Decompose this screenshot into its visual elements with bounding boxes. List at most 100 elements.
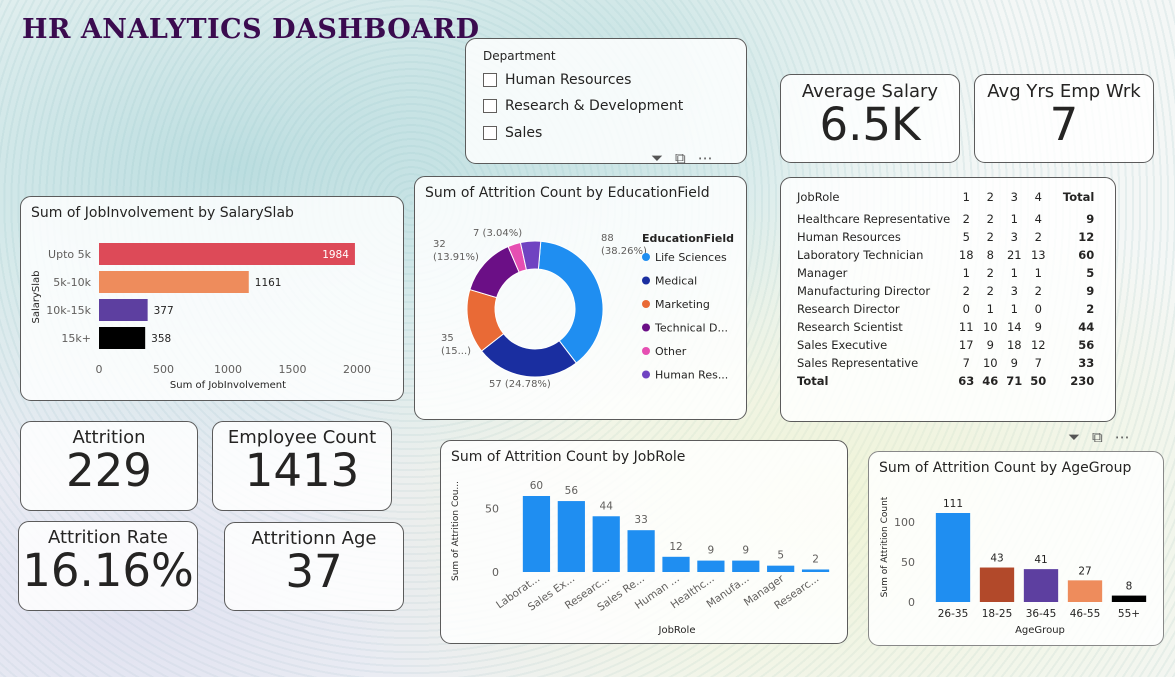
- data-label: (38.26%): [601, 246, 647, 257]
- focus-mode-icon[interactable]: ⧉: [675, 149, 686, 167]
- legend-entry: Medical: [655, 275, 697, 288]
- bar: [697, 560, 725, 572]
- slicer-option-sales[interactable]: Sales: [483, 125, 542, 141]
- matrix-cell: 2: [986, 266, 994, 280]
- bar: [99, 299, 148, 321]
- data-label: 32: [433, 239, 446, 250]
- jobrole-matrix: JobRole 1 2 3 4 Total Healthcare Representativ…: [780, 177, 1116, 422]
- matrix-row-label: Research Director: [797, 302, 900, 316]
- matrix-cell: 2: [1034, 230, 1042, 244]
- bar: [557, 501, 585, 572]
- data-label: 9: [708, 545, 715, 557]
- matrix-cell: 0: [1034, 302, 1042, 316]
- kpi-value: 229: [66, 444, 152, 497]
- matrix-row: Sales Executive 17 9 18 12 56: [793, 336, 1098, 354]
- matrix-cell: 10: [982, 356, 998, 370]
- filter-icon[interactable]: ⏷: [1068, 428, 1080, 446]
- matrix-cell: 3: [1010, 284, 1018, 298]
- legend-marker: [642, 276, 650, 285]
- data-label: 2: [812, 553, 819, 565]
- bar: [1067, 580, 1103, 602]
- focus-mode-icon[interactable]: ⧉: [1092, 428, 1103, 446]
- y-axis-title: SalarySlab: [31, 270, 42, 323]
- matrix-cell: 11: [958, 320, 974, 334]
- y-axis-title: Sum of Attrition Count: [880, 496, 890, 597]
- matrix-cell: 1: [962, 190, 970, 204]
- more-options-icon[interactable]: ⋯: [1115, 428, 1130, 446]
- matrix-row: Healthcare Representative 2 2 1 4 9: [793, 210, 1098, 228]
- kpi-value: 6.5K: [819, 98, 921, 151]
- matrix-row-label: Manager: [797, 266, 848, 280]
- salaryslab-chart-card: Sum of JobInvolvement by SalarySlab Upto…: [20, 196, 404, 401]
- dashboard-title: HR ANALYTICS DASHBOARD: [22, 14, 480, 45]
- data-label: 12: [669, 541, 682, 553]
- legend-marker: [642, 323, 650, 332]
- data-label: 377: [154, 305, 174, 317]
- legend-entry: Other: [655, 345, 687, 358]
- kpi-employee-count: Employee Count 1413: [212, 421, 392, 511]
- bar: [99, 271, 249, 293]
- x-tick-label: 55+: [1118, 608, 1140, 620]
- matrix-cell: 8: [986, 248, 994, 262]
- x-tick-label: 1500: [279, 363, 307, 376]
- matrix-cell: 50: [1030, 374, 1047, 388]
- x-tick-label: 18-25: [982, 608, 1013, 620]
- y-tick-label: 5k-10k: [53, 276, 91, 289]
- x-tick-label: 2000: [343, 363, 371, 376]
- kpi-value: 1413: [244, 444, 360, 497]
- matrix-row: Laboratory Technician 18 8 21 13 60: [793, 246, 1098, 264]
- matrix-cell: 14: [1006, 320, 1022, 334]
- legend-entry: Technical D...: [654, 322, 728, 335]
- legend-entry: Life Sciences: [655, 251, 727, 264]
- checkbox[interactable]: [483, 99, 497, 113]
- y-tick-label: 0: [908, 596, 915, 609]
- data-label: 9: [742, 545, 749, 557]
- legend-entry: Marketing: [655, 298, 710, 311]
- matrix-cell: 46: [982, 374, 999, 388]
- checkbox[interactable]: [483, 126, 497, 140]
- checkbox[interactable]: [483, 73, 497, 87]
- matrix-cell: 7: [1034, 356, 1042, 370]
- x-axis-title: JobRole: [658, 625, 696, 636]
- matrix-row: Manufacturing Director 2 2 3 2 9: [793, 282, 1098, 300]
- data-label: 27: [1078, 565, 1091, 577]
- data-label: 44: [600, 500, 614, 512]
- y-axis-title: Sum of Attrition Cou...: [451, 481, 461, 581]
- slicer-option-label: Sales: [505, 125, 543, 141]
- bar: [522, 496, 551, 572]
- legend-marker: [642, 370, 650, 379]
- slicer-option-human-resources[interactable]: Human Resources: [483, 72, 631, 88]
- slicer-option-label: Human Resources: [505, 72, 632, 88]
- bar: [662, 556, 690, 572]
- matrix-cell: 230: [1070, 374, 1095, 388]
- y-tick-label: 0: [492, 566, 499, 579]
- matrix-cell: 3: [1010, 230, 1018, 244]
- filter-icon[interactable]: ⏷: [651, 149, 663, 167]
- data-label: 8: [1126, 581, 1133, 593]
- matrix-cell: 44: [1078, 320, 1095, 334]
- x-tick-label: 36-45: [1026, 608, 1057, 620]
- bar: [935, 513, 971, 602]
- legend-marker: [642, 253, 650, 261]
- matrix-cell: 9: [986, 338, 994, 352]
- matrix-row: Human Resources 5 2 3 2 12: [793, 228, 1098, 246]
- data-label: 111: [943, 498, 963, 510]
- matrix-cell: 2: [986, 190, 994, 204]
- matrix-cell: 2: [986, 212, 994, 226]
- matrix-cell: 1: [962, 266, 970, 280]
- slicer-option-research-development[interactable]: Research & Development: [483, 98, 683, 114]
- data-label: 56: [565, 485, 579, 497]
- y-tick-label: 100: [894, 516, 915, 529]
- kpi-avg-years-employee-worked: Avg Yrs Emp Wrk 7: [974, 74, 1154, 163]
- matrix-row: Manager 1 2 1 1 5: [793, 264, 1098, 282]
- matrix-cell: 2: [1034, 284, 1042, 298]
- more-options-icon[interactable]: ⋯: [698, 149, 713, 167]
- data-label: 41: [1034, 554, 1047, 566]
- matrix-row: Research Director 0 1 1 0 2: [793, 300, 1098, 318]
- y-tick-label: 15k+: [61, 332, 91, 345]
- data-label: 60: [530, 480, 543, 492]
- x-axis-title: Sum of JobInvolvement: [170, 380, 286, 391]
- kpi-value: 37: [285, 545, 343, 598]
- matrix-cell: Total: [1062, 190, 1095, 204]
- matrix-cell: 13: [1030, 248, 1046, 262]
